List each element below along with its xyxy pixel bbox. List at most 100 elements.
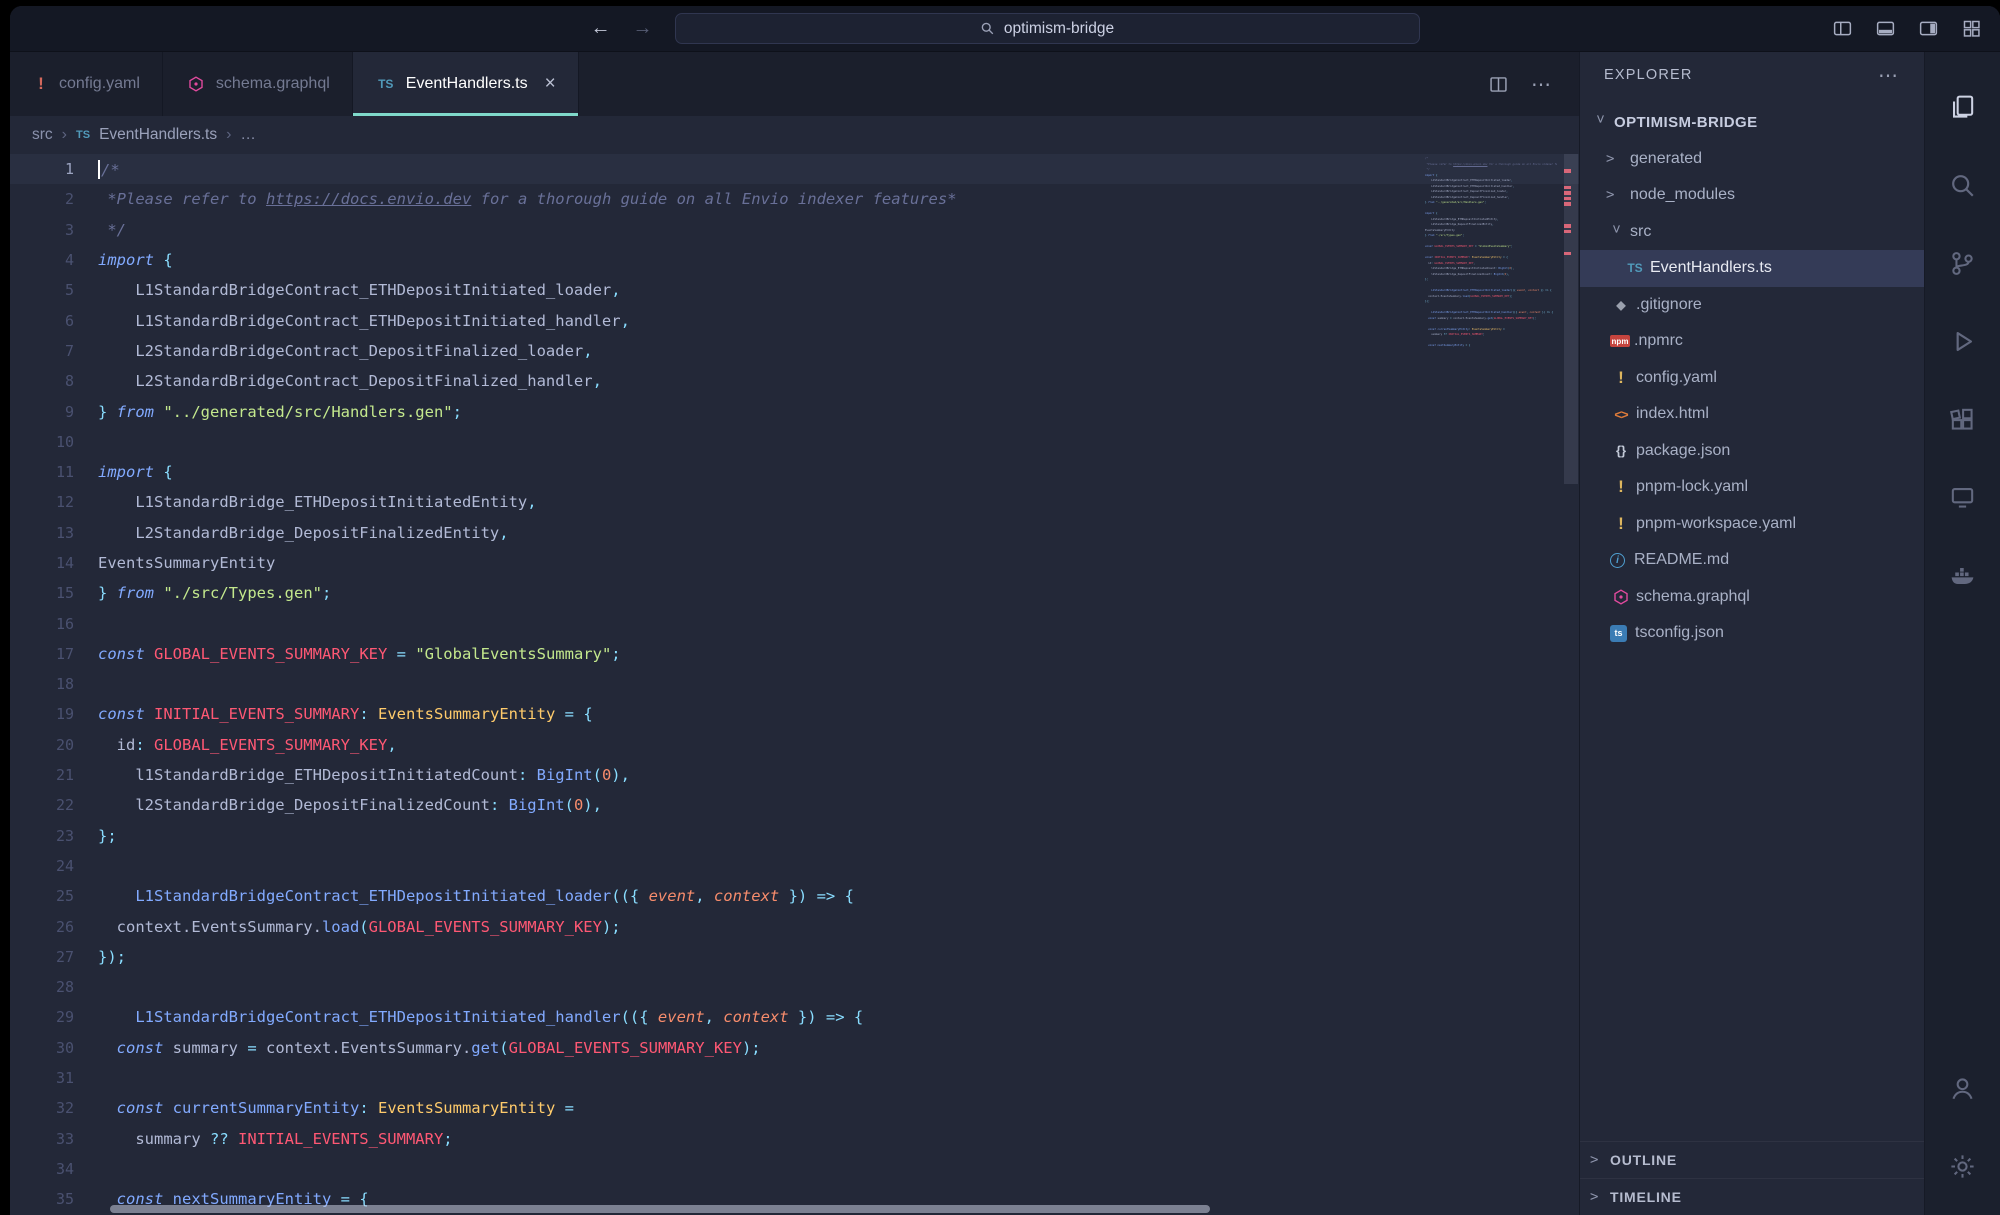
line-number[interactable]: 16	[10, 615, 74, 633]
code-line[interactable]: 5 L1StandardBridgeContract_ETHDepositIni…	[10, 275, 1579, 305]
tree-item-src[interactable]: >src	[1580, 214, 1924, 251]
code-line[interactable]: 21 l1StandardBridge_ETHDepositInitiatedC…	[10, 760, 1579, 790]
code-line[interactable]: 22 l2StandardBridge_DepositFinalizedCoun…	[10, 790, 1579, 820]
line-number[interactable]: 17	[10, 645, 74, 663]
line-number[interactable]: 29	[10, 1008, 74, 1026]
code-line[interactable]: 8 L2StandardBridgeContract_DepositFinali…	[10, 366, 1579, 396]
explorer-icon[interactable]	[1925, 68, 2000, 146]
line-number[interactable]: 5	[10, 281, 74, 299]
explorer-more-actions-icon[interactable]: ⋯	[1878, 63, 1900, 88]
line-number[interactable]: 26	[10, 918, 74, 936]
file-item-eventhandlers-ts[interactable]: TSEventHandlers.ts	[1580, 250, 1924, 287]
file-item-schema-graphql[interactable]: schema.graphql	[1580, 579, 1924, 616]
line-number[interactable]: 6	[10, 312, 74, 330]
file-item-pnpm-lock-yaml[interactable]: !pnpm-lock.yaml	[1580, 469, 1924, 506]
line-number[interactable]: 23	[10, 827, 74, 845]
code-line[interactable]: 23};	[10, 821, 1579, 851]
code-line[interactable]: 33 summary ?? INITIAL_EVENTS_SUMMARY;	[10, 1124, 1579, 1154]
line-number[interactable]: 18	[10, 675, 74, 693]
code-line[interactable]: 34	[10, 1154, 1579, 1184]
code-line[interactable]: 12 L1StandardBridge_ETHDepositInitiatedE…	[10, 487, 1579, 517]
line-number[interactable]: 34	[10, 1160, 74, 1178]
source-control-icon[interactable]	[1925, 224, 2000, 302]
line-number[interactable]: 14	[10, 554, 74, 572]
code-line[interactable]: 26 context.EventsSummary.load(GLOBAL_EVE…	[10, 911, 1579, 941]
code-line[interactable]: 19const INITIAL_EVENTS_SUMMARY: EventsSu…	[10, 699, 1579, 729]
section-outline[interactable]: >OUTLINE	[1580, 1141, 1924, 1178]
file-item-readme-md[interactable]: iREADME.md	[1580, 542, 1924, 579]
toggle-panel-icon[interactable]	[1875, 18, 1896, 39]
file-item-pnpm-workspace-yaml[interactable]: !pnpm-workspace.yaml	[1580, 506, 1924, 543]
line-number[interactable]: 27	[10, 948, 74, 966]
code-line[interactable]: 18	[10, 669, 1579, 699]
line-number[interactable]: 8	[10, 372, 74, 390]
line-number[interactable]: 24	[10, 857, 74, 875]
command-center-search[interactable]: optimism-bridge	[675, 13, 1420, 44]
line-number[interactable]: 30	[10, 1039, 74, 1057]
code-line[interactable]: 11import {	[10, 457, 1579, 487]
code-line[interactable]: 17const GLOBAL_EVENTS_SUMMARY_KEY = "Glo…	[10, 639, 1579, 669]
code-line[interactable]: 32 const currentSummaryEntity: EventsSum…	[10, 1093, 1579, 1123]
more-actions-icon[interactable]: ⋯	[1531, 72, 1553, 97]
code-line[interactable]: 24	[10, 851, 1579, 881]
code-line[interactable]: 14EventsSummaryEntity	[10, 548, 1579, 578]
breadcrumb-item-symbol[interactable]: …	[240, 126, 256, 144]
back-button[interactable]: ←	[591, 17, 611, 40]
code-line[interactable]: 10	[10, 427, 1579, 457]
account-icon[interactable]	[1925, 1049, 2000, 1127]
line-number[interactable]: 13	[10, 524, 74, 542]
code-line[interactable]: 13 L2StandardBridge_DepositFinalizedEnti…	[10, 518, 1579, 548]
toggle-sidebar-icon[interactable]	[1832, 18, 1853, 39]
file-item--npmrc[interactable]: npm.npmrc	[1580, 323, 1924, 360]
breadcrumb-item-src[interactable]: src	[32, 126, 53, 144]
line-number[interactable]: 22	[10, 796, 74, 814]
extensions-icon[interactable]	[1925, 380, 2000, 458]
docker-icon[interactable]	[1925, 536, 2000, 614]
code-line[interactable]: 4import {	[10, 245, 1579, 275]
line-number[interactable]: 28	[10, 978, 74, 996]
vertical-scrollbar-thumb[interactable]	[1564, 154, 1578, 484]
section-timeline[interactable]: >TIMELINE	[1580, 1178, 1924, 1215]
code-line[interactable]: 20 id: GLOBAL_EVENTS_SUMMARY_KEY,	[10, 730, 1579, 760]
code-line[interactable]: 27});	[10, 942, 1579, 972]
settings-icon[interactable]	[1925, 1127, 2000, 1205]
line-number[interactable]: 31	[10, 1069, 74, 1087]
toggle-secondary-sidebar-icon[interactable]	[1918, 18, 1939, 39]
code-line[interactable]: 30 const summary = context.EventsSummary…	[10, 1033, 1579, 1063]
line-number[interactable]: 7	[10, 342, 74, 360]
line-number[interactable]: 9	[10, 403, 74, 421]
line-number[interactable]: 25	[10, 887, 74, 905]
file-item-index-html[interactable]: <>index.html	[1580, 396, 1924, 433]
tree-item-generated[interactable]: >generated	[1580, 141, 1924, 178]
run-debug-icon[interactable]	[1925, 302, 2000, 380]
file-item-tsconfig-json[interactable]: tstsconfig.json	[1580, 615, 1924, 652]
close-tab-icon[interactable]: ×	[545, 73, 556, 95]
code-line[interactable]: 3 */	[10, 215, 1579, 245]
line-number[interactable]: 20	[10, 736, 74, 754]
file-item--gitignore[interactable]: ◆.gitignore	[1580, 287, 1924, 324]
code-line[interactable]: 28	[10, 972, 1579, 1002]
line-number[interactable]: 33	[10, 1130, 74, 1148]
customize-layout-icon[interactable]	[1961, 18, 1982, 39]
file-item-config-yaml[interactable]: !config.yaml	[1580, 360, 1924, 397]
code-line[interactable]: 15} from "./src/Types.gen";	[10, 578, 1579, 608]
minimap[interactable]: /* *Please refer to https://docs.envio.d…	[1425, 156, 1557, 361]
line-number[interactable]: 12	[10, 493, 74, 511]
code-line[interactable]: 2 *Please refer to https://docs.envio.de…	[10, 184, 1579, 214]
remote-icon[interactable]	[1925, 458, 2000, 536]
tab-schema-graphql[interactable]: schema.graphql	[163, 52, 353, 116]
tab-config-yaml[interactable]: !config.yaml	[10, 52, 163, 116]
code-line[interactable]: 7 L2StandardBridgeContract_DepositFinali…	[10, 336, 1579, 366]
code-line[interactable]: 25 L1StandardBridgeContract_ETHDepositIn…	[10, 881, 1579, 911]
tree-item-optimism-bridge[interactable]: >OPTIMISM-BRIDGE	[1580, 104, 1924, 141]
line-number[interactable]: 11	[10, 463, 74, 481]
vertical-scrollbar[interactable]	[1563, 154, 1579, 1215]
line-number[interactable]: 10	[10, 433, 74, 451]
line-number[interactable]: 3	[10, 221, 74, 239]
code-line[interactable]: 16	[10, 608, 1579, 638]
tab-eventhandlers-ts[interactable]: TSEventHandlers.ts×	[353, 52, 579, 116]
breadcrumb-item-file[interactable]: EventHandlers.ts	[99, 126, 217, 144]
search-icon[interactable]	[1925, 146, 2000, 224]
line-number[interactable]: 4	[10, 251, 74, 269]
horizontal-scrollbar-thumb[interactable]	[110, 1205, 1210, 1213]
